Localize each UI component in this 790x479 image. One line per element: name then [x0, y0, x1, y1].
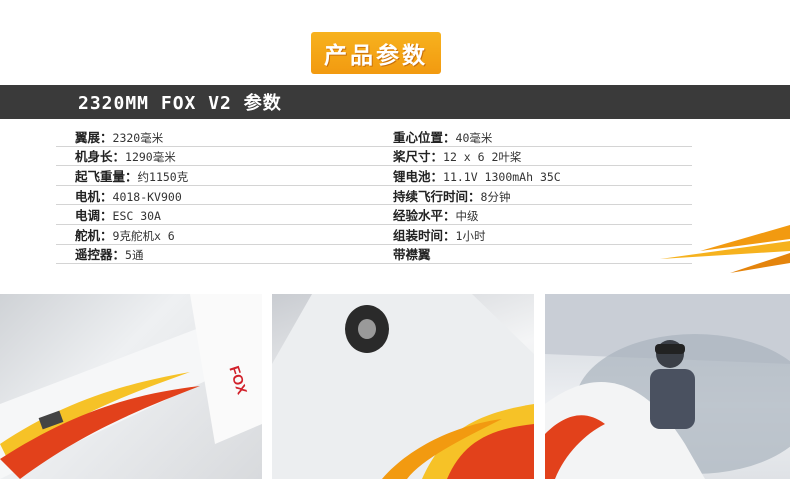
spec-value: 中级	[455, 209, 479, 224]
spec-value: 1小时	[455, 228, 486, 243]
spec-key: 舵机：	[75, 227, 113, 243]
spec-value: 8分钟	[480, 189, 511, 204]
spec-cell: 机身长：1290毫米	[56, 146, 374, 165]
spec-cell: 起飞重量：约1150克	[56, 166, 374, 185]
spec-row: 电机：4018-KV900 持续飞行时间：8分钟	[56, 186, 692, 206]
spec-value: 5通	[125, 248, 144, 263]
spec-row: 翼展：2320毫米 重心位置：40毫米	[56, 127, 692, 147]
spec-value: ESC 30A	[112, 209, 161, 224]
photo-wing-tail: FOX	[0, 294, 262, 479]
spec-key: 带襟翼	[393, 247, 431, 263]
spec-row: 起飞重量：约1150克 锂电池：11.1V 1300mAh 35C	[56, 166, 692, 186]
spec-key: 起飞重量：	[75, 168, 138, 184]
spec-row: 电调：ESC 30A 经验水平：中级	[56, 205, 692, 225]
spec-cell: 电机：4018-KV900	[56, 186, 374, 205]
spec-value: 9克舵机x 6	[112, 228, 175, 243]
spec-cell: 电调：ESC 30A	[56, 205, 374, 224]
spec-value: 11.1V 1300mAh 35C	[443, 169, 561, 184]
spec-cell: 遥控器：5通	[56, 244, 374, 263]
spec-key: 锂电池：	[393, 168, 444, 184]
spec-cell: 翼展：2320毫米	[56, 127, 374, 146]
spec-cell: 舵机：9克舵机x 6	[56, 225, 374, 244]
spec-row: 舵机：9克舵机x 6 组装时间：1小时	[56, 225, 692, 245]
spec-cell: 桨尺寸：12 x 6 2叶桨	[374, 146, 692, 165]
spec-cell: 重心位置：40毫米	[374, 127, 692, 146]
spec-row: 机身长：1290毫米 桨尺寸：12 x 6 2叶桨	[56, 147, 692, 167]
decorative-streak	[660, 225, 790, 273]
spec-key: 电机：	[75, 188, 113, 204]
spec-value: 4018-KV900	[112, 189, 182, 204]
spec-title-bar: 2320MM FOX V2 参数	[0, 85, 790, 119]
spec-table: 翼展：2320毫米 重心位置：40毫米 机身长：1290毫米 桨尺寸：12 x …	[56, 127, 692, 265]
spec-key: 持续飞行时间：	[393, 188, 481, 204]
spec-cell: 锂电池：11.1V 1300mAh 35C	[374, 166, 692, 185]
spec-value: 约1150克	[137, 169, 189, 184]
spec-title: 2320MM FOX V2 参数	[78, 93, 282, 114]
spec-key: 重心位置：	[393, 129, 456, 145]
spec-key: 机身长：	[75, 149, 126, 165]
spec-value: 2320毫米	[112, 130, 164, 145]
photo-landing-wheel	[272, 294, 534, 479]
spec-key: 电调：	[75, 208, 113, 224]
spec-key: 翼展：	[75, 129, 113, 145]
spec-cell: 持续飞行时间：8分钟	[374, 186, 692, 205]
spec-value: 40毫米	[455, 130, 493, 145]
section-badge: 产品参数	[311, 32, 441, 74]
spec-key: 组装时间：	[393, 227, 456, 243]
spec-key: 桨尺寸：	[393, 149, 444, 165]
spec-key: 经验水平：	[393, 208, 456, 224]
photo-cockpit-pilot	[545, 294, 790, 479]
spec-row: 遥控器：5通 带襟翼	[56, 245, 692, 265]
spec-value: 1290毫米	[125, 150, 176, 165]
spec-key: 遥控器：	[75, 247, 126, 263]
spec-value: 12 x 6 2叶桨	[443, 150, 522, 165]
